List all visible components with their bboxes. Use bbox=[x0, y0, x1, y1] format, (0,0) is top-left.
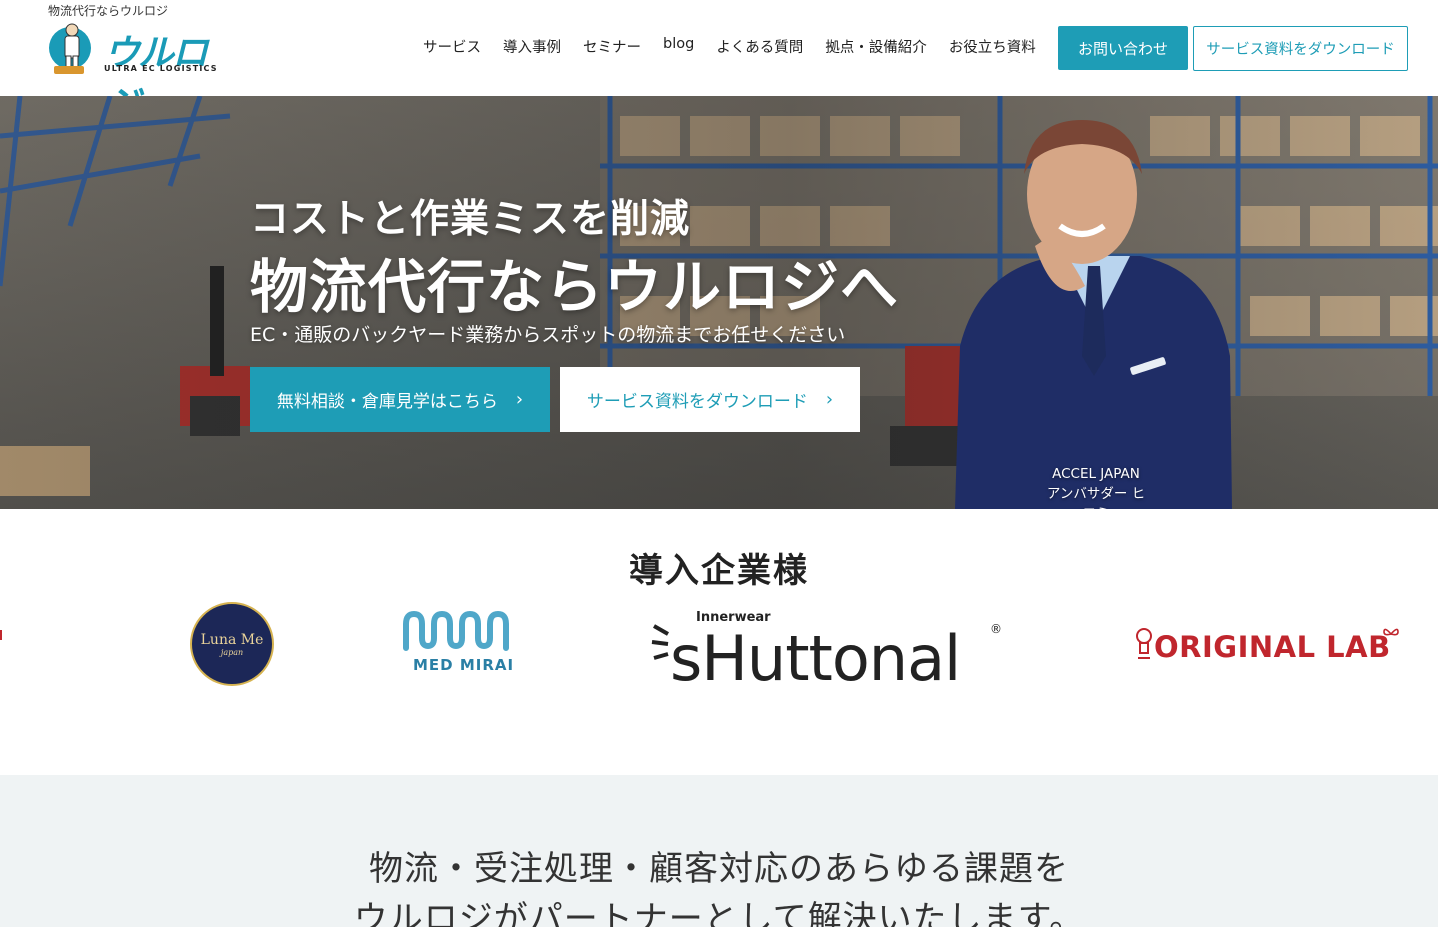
main-nav: サービス 導入事例 セミナー blog よくある質問 拠点・設備紹介 お役立ち資… bbox=[412, 36, 1047, 57]
nav-blog[interactable]: blog bbox=[652, 36, 705, 57]
hero-section: コストと作業ミスを削減 物流代行ならウルロジへ EC・通販のバックヤード業務から… bbox=[0, 96, 1438, 509]
free-consultation-label: 無料相談・倉庫見学はこちら bbox=[276, 392, 498, 412]
client-logo-original-lab: ORIGINAL LAB bbox=[1134, 626, 1404, 666]
hero-download-label: サービス資料をダウンロード bbox=[586, 392, 808, 412]
gift-ribbon-icon bbox=[1383, 628, 1399, 636]
contact-button[interactable]: お問い合わせ bbox=[1058, 26, 1188, 70]
med-mirai-text: MED MIRAI bbox=[413, 656, 515, 674]
hero-headline-large: 物流代行ならウルロジへ bbox=[250, 253, 900, 321]
luna-me-name: Luna Me bbox=[200, 631, 264, 648]
shuttonal-registered: ® bbox=[990, 622, 1002, 636]
client-logo-luna-me: Luna Me japan bbox=[190, 602, 274, 686]
client-logo-med-mirai: MED MIRAI bbox=[400, 608, 516, 680]
hero-subtext: EC・通販のバックヤード業務からスポットの物流までお任せください bbox=[250, 324, 846, 346]
header-tagline: 物流代行ならウルロジ bbox=[48, 4, 169, 18]
clients-heading: 導入企業様 bbox=[629, 551, 809, 591]
chevron-right-icon: › bbox=[515, 389, 524, 410]
hero-download-button[interactable]: サービス資料をダウンロード › bbox=[560, 367, 860, 432]
ambassador-caption: ACCEL JAPAN アンバサダー ヒロミ bbox=[1045, 464, 1147, 509]
med-mirai-wave-icon bbox=[403, 610, 509, 651]
luna-me-sub: japan bbox=[220, 647, 244, 657]
client-logo-shuttonal: Innerwear sHuttonal ® bbox=[648, 608, 1008, 695]
nav-seminar[interactable]: セミナー bbox=[572, 36, 652, 57]
nav-services[interactable]: サービス bbox=[412, 36, 492, 57]
original-lab-wordmark: ORIGINAL LAB bbox=[1154, 630, 1391, 664]
ambassador-name: アンバサダー ヒロミ bbox=[1046, 486, 1146, 509]
client-logo-carousel: Luna Me japan MED MIRAI Innerwear sHutto… bbox=[0, 590, 1438, 700]
header-download-button[interactable]: サービス資料をダウンロード bbox=[1193, 26, 1408, 71]
chevron-right-icon: › bbox=[825, 389, 834, 410]
problem-heading-line2: ウルロジがパートナーとして解決いたします。 bbox=[353, 899, 1085, 927]
problem-section: 物流・受注処理・顧客対応のあらゆる課題を ウルロジがパートナーとして解決いたしま… bbox=[0, 775, 1438, 927]
logo-mascot-icon bbox=[49, 23, 91, 74]
hero-headline-small: コストと作業ミスを削減 bbox=[250, 197, 691, 242]
shuttonal-wordmark: sHuttonal bbox=[670, 622, 961, 695]
problem-heading-line1: 物流・受注処理・顧客対応のあらゆる課題を bbox=[369, 849, 1069, 889]
nav-resources[interactable]: お役立ち資料 bbox=[938, 36, 1047, 57]
free-consultation-button[interactable]: 無料相談・倉庫見学はこちら › bbox=[250, 367, 550, 432]
partial-logo-edge bbox=[0, 630, 4, 640]
nav-case-studies[interactable]: 導入事例 bbox=[492, 36, 572, 57]
site-logo[interactable]: ウルロジ ULTRA EC LOGISTICS bbox=[46, 18, 226, 126]
nav-facilities[interactable]: 拠点・設備紹介 bbox=[814, 36, 938, 57]
site-header: 物流代行ならウルロジ ウルロジ ULTRA EC LOGISTICS サービス … bbox=[0, 0, 1438, 126]
logo-subtitle: ULTRA EC LOGISTICS bbox=[104, 64, 218, 73]
lightbulb-icon bbox=[1136, 628, 1152, 659]
nav-faq[interactable]: よくある質問 bbox=[705, 36, 814, 57]
ambassador-org: ACCEL JAPAN bbox=[1052, 466, 1140, 482]
